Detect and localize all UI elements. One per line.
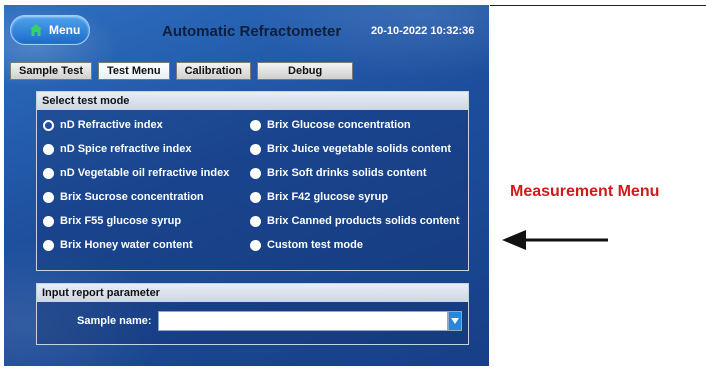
mode-option[interactable]: Brix Honey water content bbox=[43, 239, 193, 251]
mode-label: nD Vegetable oil refractive index bbox=[60, 167, 230, 179]
chevron-down-icon bbox=[450, 318, 459, 324]
radio-icon bbox=[250, 191, 261, 203]
report-heading: Input report parameter bbox=[37, 284, 468, 302]
mode-option[interactable]: Brix Canned products solids content bbox=[250, 215, 460, 227]
tab-calibration[interactable]: Calibration bbox=[175, 62, 252, 80]
home-icon bbox=[30, 24, 42, 36]
tab-test-menu[interactable]: Test Menu bbox=[98, 62, 170, 80]
test-mode-heading: Select test mode bbox=[37, 92, 468, 110]
mode-label: Brix Glucose concentration bbox=[267, 119, 411, 131]
annotation-label: Measurement Menu bbox=[510, 183, 660, 200]
radio-icon bbox=[43, 239, 54, 251]
mode-label: nD Spice refractive index bbox=[60, 143, 192, 155]
mode-label: Brix F42 glucose syrup bbox=[267, 191, 389, 203]
test-mode-list: nD Refractive index nD Spice refractive … bbox=[37, 110, 468, 266]
mode-option[interactable]: Custom test mode bbox=[250, 239, 363, 251]
radio-icon bbox=[43, 215, 54, 227]
mode-option[interactable]: Brix Juice vegetable solids content bbox=[250, 143, 451, 155]
tab-bar: Sample Test Test Menu Calibration Debug bbox=[10, 62, 354, 80]
app-title: Automatic Refractometer bbox=[162, 23, 342, 40]
menu-button[interactable]: Menu bbox=[10, 15, 90, 45]
radio-icon bbox=[43, 167, 54, 179]
mode-label: Brix Soft drinks solids content bbox=[267, 167, 427, 179]
mode-label: Brix Canned products solids content bbox=[267, 215, 460, 227]
mode-option[interactable]: Brix Soft drinks solids content bbox=[250, 167, 427, 179]
mode-option[interactable]: Brix F42 glucose syrup bbox=[250, 191, 388, 203]
sample-name-input[interactable] bbox=[157, 311, 448, 331]
radio-selected-icon bbox=[43, 119, 54, 131]
test-mode-panel: Select test mode nD Refractive index nD … bbox=[36, 91, 469, 271]
mode-label: Brix Juice vegetable solids content bbox=[267, 143, 452, 155]
divider-line bbox=[490, 5, 706, 6]
radio-icon bbox=[250, 167, 261, 179]
top-bar: Menu Automatic Refractometer 20-10-2022 … bbox=[4, 5, 489, 57]
mode-label: Brix Sucrose concentration bbox=[60, 191, 204, 203]
mode-label: Custom test mode bbox=[267, 239, 363, 251]
radio-icon bbox=[43, 191, 54, 203]
radio-icon bbox=[250, 119, 261, 131]
mode-label: nD Refractive index bbox=[60, 119, 163, 131]
radio-icon bbox=[43, 143, 54, 155]
mode-option[interactable]: nD Spice refractive index bbox=[43, 143, 191, 155]
datetime: 20-10-2022 10:32:36 bbox=[371, 25, 475, 37]
radio-icon bbox=[250, 215, 261, 227]
left-arrow-icon bbox=[502, 230, 608, 250]
radio-icon bbox=[250, 239, 261, 251]
sample-name-label: Sample name: bbox=[77, 315, 152, 327]
mode-option[interactable]: nD Vegetable oil refractive index bbox=[43, 167, 229, 179]
sample-name-dropdown-button[interactable] bbox=[447, 311, 462, 331]
mode-label: Brix Honey water content bbox=[60, 239, 193, 251]
mode-option[interactable]: Brix Sucrose concentration bbox=[43, 191, 204, 203]
mode-label: Brix F55 glucose syrup bbox=[60, 215, 182, 227]
radio-icon bbox=[250, 143, 261, 155]
refractometer-screen: Menu Automatic Refractometer 20-10-2022 … bbox=[4, 5, 489, 366]
mode-option[interactable]: nD Refractive index bbox=[43, 119, 163, 131]
tab-debug[interactable]: Debug bbox=[257, 62, 354, 80]
sample-name-row: Sample name: bbox=[77, 311, 462, 331]
tab-sample-test[interactable]: Sample Test bbox=[10, 62, 92, 80]
mode-option[interactable]: Brix Glucose concentration bbox=[250, 119, 411, 131]
mode-option[interactable]: Brix F55 glucose syrup bbox=[43, 215, 181, 227]
report-panel: Input report parameter Sample name: bbox=[36, 283, 469, 345]
menu-button-label: Menu bbox=[49, 23, 81, 37]
